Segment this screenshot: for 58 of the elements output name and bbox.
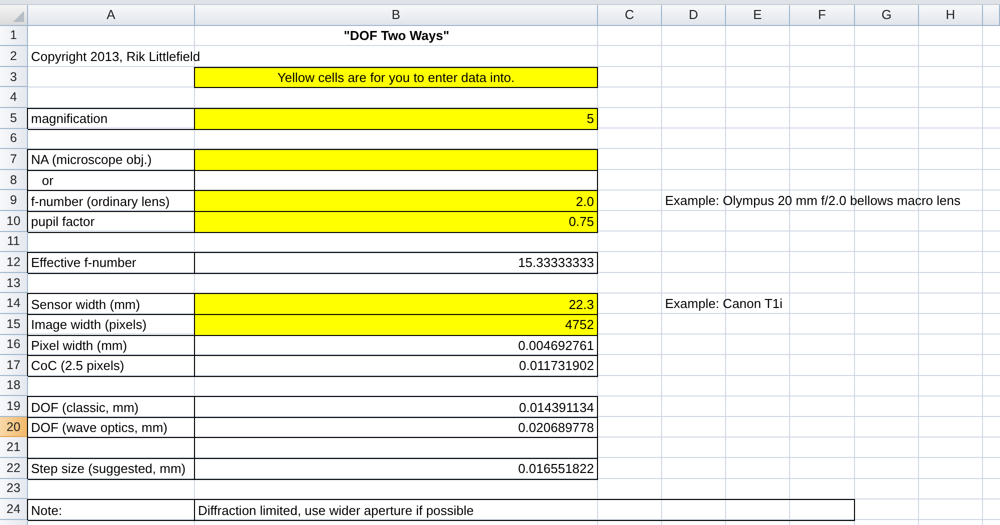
row-header[interactable]: 1 [0,26,28,46]
column-header[interactable]: F [790,5,855,26]
column-header[interactable]: D [662,5,726,26]
input-cell[interactable]: 5 [194,108,598,130]
table-cell-text: Copyright 2013, Rik Littlefield [30,48,202,66]
row-header[interactable]: 15 [0,314,28,334]
column-header[interactable]: C [598,5,662,26]
row-header[interactable]: 17 [0,355,28,376]
input-cell[interactable]: 0.75 [194,210,598,233]
row-header[interactable]: 4 [0,87,28,108]
column-header[interactable]: H [919,5,983,26]
table-cell: Note: [27,499,195,521]
table-cell: pupil factor [27,210,195,233]
row-header[interactable]: 24 [0,499,28,520]
input-cell[interactable] [194,149,598,171]
row-header[interactable]: 23 [0,478,28,500]
table-cell: Step size (suggested, mm) [27,458,195,480]
row-header[interactable]: 16 [0,334,28,356]
table-cell: magnification [27,108,195,130]
column-header[interactable]: A [28,5,195,26]
table-cell: DOF (classic, mm) [27,396,195,418]
row-header[interactable]: 20 [0,416,28,438]
row-header[interactable]: 12 [0,252,28,273]
table-cell: 0.011731902 [194,355,598,377]
triangle-icon [13,10,24,22]
row-header[interactable]: 6 [0,128,28,150]
row-header[interactable]: 3 [0,66,28,88]
row-header[interactable]: 9 [0,190,28,211]
input-cell[interactable]: Yellow cells are for you to enter data into. [194,66,598,88]
row-header[interactable]: 7 [0,149,28,170]
table-cell-text: "DOF Two Ways" [342,27,450,46]
row-header[interactable]: 13 [0,272,28,294]
column-header[interactable]: B [195,5,598,26]
table-cell-text: Example: Olympus 20 mm f/2.0 bellows macro lens [664,192,962,210]
table-cell: CoC (2.5 pixels) [27,355,195,377]
input-cell[interactable]: 2.0 [194,190,598,212]
row-header[interactable]: 8 [0,170,28,190]
row-header[interactable]: 22 [0,458,28,479]
row-header[interactable]: 10 [0,210,28,232]
column-header[interactable] [983,5,1000,26]
row-header[interactable]: 5 [0,108,28,129]
table-cell: Effective f-number [27,252,195,274]
table-cell: Diffraction limited, use wider aperture if possible [194,499,855,521]
table-cell: 15.33333333 [194,252,598,274]
table-cell-text: Example: Canon T1i [664,295,784,314]
row-header[interactable]: 18 [0,376,28,396]
row-header[interactable]: 2 [0,46,28,67]
table-cell: 0.016551822 [194,458,598,480]
row-header[interactable]: 14 [0,293,28,314]
input-cell[interactable]: 4752 [194,314,598,336]
column-header[interactable]: G [855,5,919,26]
input-cell[interactable]: 22.3 [194,293,598,315]
select-all-button[interactable] [0,5,28,26]
table-cell: 0.014391134 [194,396,598,418]
row-header[interactable]: 11 [0,232,28,252]
row-header[interactable]: 21 [0,437,28,458]
column-header[interactable]: E [726,5,790,26]
row-header[interactable]: 19 [0,396,28,417]
